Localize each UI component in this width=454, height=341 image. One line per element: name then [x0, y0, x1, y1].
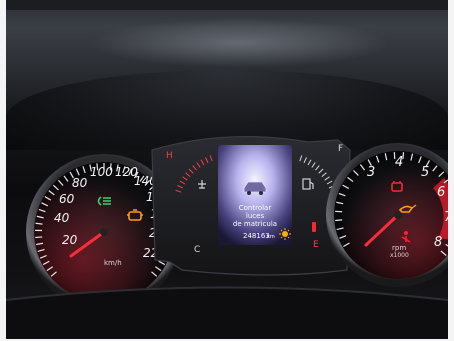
lcd-screen — [218, 145, 292, 245]
speed-label-80: 80 — [72, 176, 88, 190]
odometer-unit: km — [267, 234, 275, 240]
tach-label-5: 5 — [421, 165, 429, 180]
tick-mark — [35, 236, 43, 239]
temp-cold-label: C — [194, 245, 200, 255]
lcd-display: Controlar luces de matricula 248163 km — [218, 145, 292, 245]
fuel-full-label: F — [338, 144, 343, 154]
speed-unit: km/h — [104, 259, 122, 267]
center-pod: H C F E Controlar luces de matricula 248… — [151, 135, 351, 276]
instrument-cluster: 20 40 60 80 100 120 140 160 180 200 220 … — [5, 135, 454, 341]
tach-unit-rpm: rpm — [392, 244, 406, 252]
fuel-low-indicator — [312, 222, 316, 232]
temp-hot-label: H — [166, 151, 173, 161]
tach-unit-multiplier: x1000 — [390, 252, 409, 259]
speed-label-20: 20 — [62, 233, 78, 247]
speed-label-100: 100 — [90, 165, 113, 179]
dashboard-photo: 20 40 60 80 100 120 140 160 180 200 220 … — [0, 0, 454, 341]
tach-label-3: 3 — [367, 165, 375, 180]
tach-label-8: 8 — [434, 235, 442, 250]
speed-label-60: 60 — [59, 192, 75, 206]
tach-label-4: 4 — [395, 155, 403, 170]
lower-dashboard — [6, 287, 448, 341]
tick-mark — [335, 219, 343, 222]
lcd-message-line-3: de matricula — [233, 220, 277, 228]
photo-border-right — [448, 0, 454, 341]
tach-label-6: 6 — [437, 185, 445, 200]
lcd-message-line-2: luces — [246, 212, 265, 220]
photo-border-left — [0, 0, 6, 341]
speedometer-hub — [100, 228, 108, 236]
odometer-value: 248163 — [243, 232, 270, 240]
tachometer-hub — [394, 211, 402, 219]
fuel-empty-label: E — [313, 240, 319, 250]
speed-label-40: 40 — [54, 211, 70, 225]
lcd-message-line-1: Controlar — [239, 204, 272, 212]
